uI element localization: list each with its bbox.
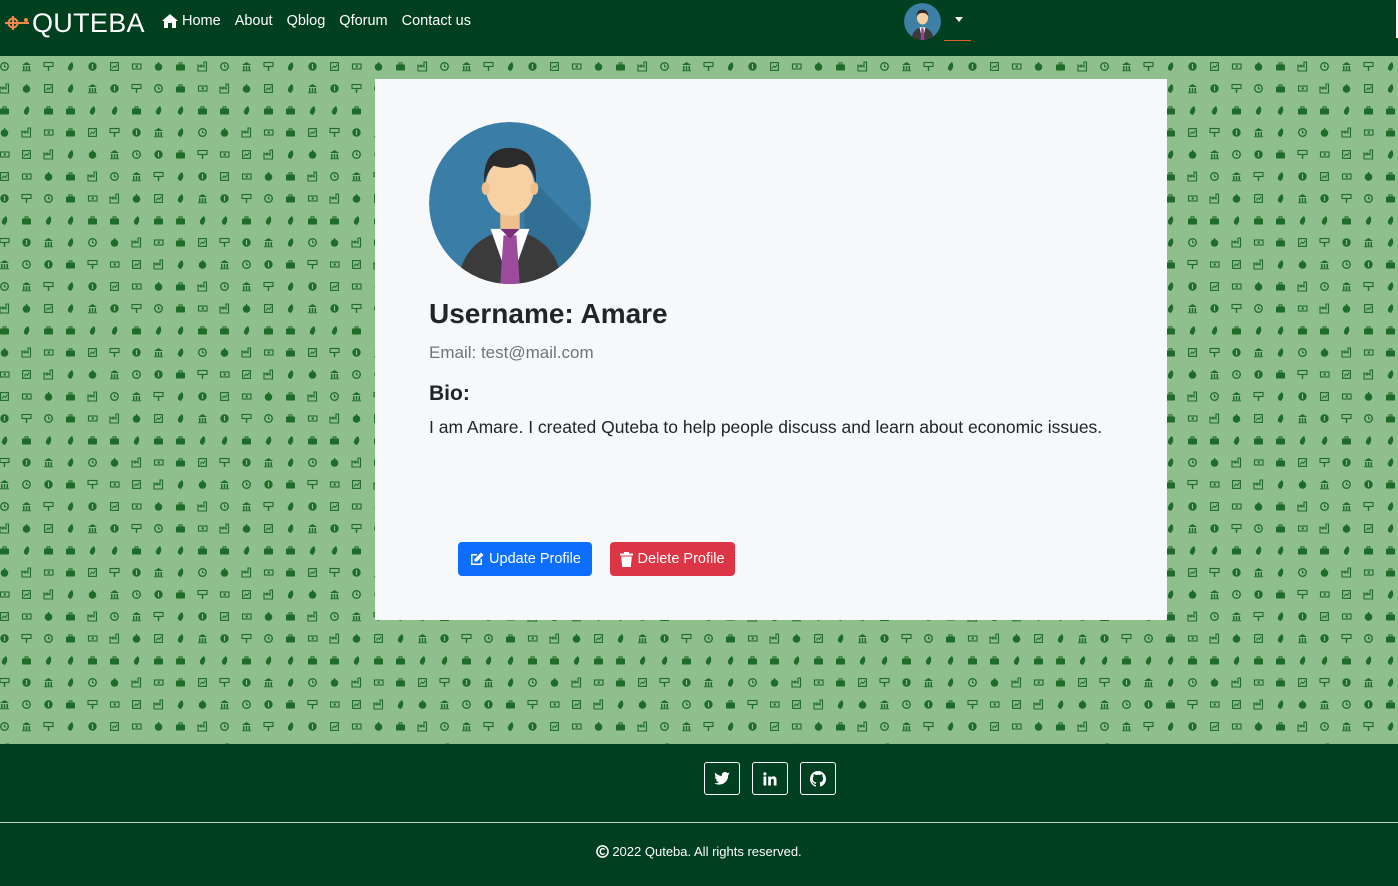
delete-profile-label: Delete Profile [637, 551, 725, 567]
nav-home[interactable]: Home [162, 13, 221, 29]
linkedin-button[interactable] [752, 762, 788, 795]
profile-avatar-icon [429, 122, 591, 284]
nav-about[interactable]: About [235, 13, 273, 29]
footer: 2022 Quteba. All rights reserved. [0, 744, 1398, 886]
bio-text: I am Amare. I created Quteba to help peo… [429, 417, 1103, 437]
delete-profile-button[interactable]: Delete Profile [610, 542, 735, 576]
navbar: QUTEBA Home About Qblog Qforum Contact u… [0, 0, 1398, 56]
brand[interactable]: QUTEBA [4, 7, 145, 39]
profile-card: Username: Amare Email: test@mail.com Bio… [375, 79, 1167, 620]
nav-qforum[interactable]: Qforum [339, 13, 387, 29]
profile-username: Username: Amare [429, 298, 668, 329]
nav-qblog[interactable]: Qblog [287, 13, 326, 29]
brand-name: QUTEBA [32, 7, 145, 38]
nav-home-label: Home [182, 13, 221, 29]
nav-underline [944, 40, 971, 41]
copyright-icon [596, 845, 610, 858]
footer-divider [0, 822, 1398, 823]
github-button[interactable] [800, 762, 836, 795]
twitter-icon [714, 772, 730, 785]
edit-icon [471, 552, 484, 565]
bio-heading: Bio: [429, 382, 470, 405]
profile-email: Email: test@mail.com [429, 343, 594, 362]
twitter-button[interactable] [704, 762, 740, 795]
copyright-text: 2022 Quteba. All rights reserved. [612, 844, 802, 859]
update-profile-label: Update Profile [489, 551, 581, 567]
copyright: 2022 Quteba. All rights reserved. [0, 844, 1398, 859]
profile-avatar [429, 122, 591, 284]
update-profile-button[interactable]: Update Profile [458, 542, 592, 576]
user-avatar[interactable] [904, 3, 941, 40]
brand-logo-icon [5, 16, 29, 30]
user-menu-caret-icon[interactable] [955, 17, 963, 22]
nav-contact[interactable]: Contact us [402, 13, 471, 29]
github-icon [810, 770, 826, 787]
nav-links: Home About Qblog Qforum Contact us [162, 13, 485, 29]
home-icon [162, 14, 178, 28]
trash-icon [620, 551, 634, 567]
user-avatar-icon [904, 3, 941, 40]
linkedin-icon [763, 771, 777, 785]
